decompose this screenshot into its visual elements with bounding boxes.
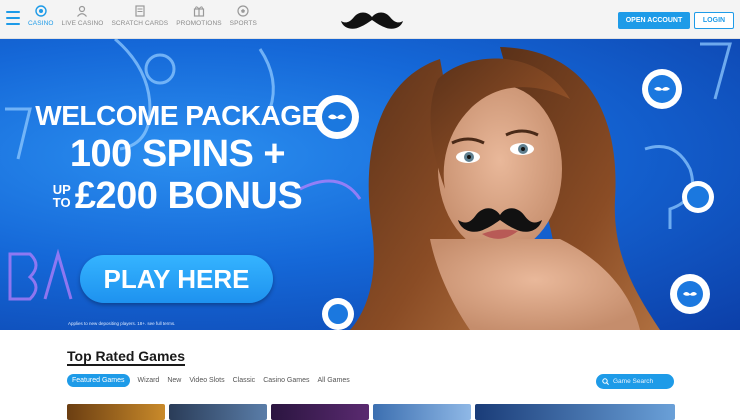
game-tile[interactable]	[169, 404, 267, 420]
bonus-amount: £200 BONUS	[74, 175, 303, 217]
filter-video-slots[interactable]: Video Slots	[189, 377, 224, 384]
nav-item-casino[interactable]: CASINO	[28, 5, 54, 27]
section-title: Top Rated Games	[67, 348, 185, 366]
filter-new[interactable]: New	[167, 377, 181, 384]
gift-icon	[193, 6, 205, 17]
filter-all-games[interactable]: All Games	[317, 377, 349, 384]
nav-item-promotions[interactable]: PROMOTIONS	[176, 5, 222, 27]
menu-icon[interactable]	[6, 11, 20, 27]
welcome-offer-text: WELCOME PACKAGE 100 SPINS + UP TO £200 B…	[0, 99, 355, 217]
filter-classic[interactable]: Classic	[233, 377, 256, 384]
nav-label: SCRATCH CARDS	[111, 20, 169, 27]
game-tile[interactable]	[67, 404, 165, 420]
filter-casino-games[interactable]: Casino Games	[263, 377, 309, 384]
game-search[interactable]	[596, 374, 674, 389]
bonus-offer: UP TO £200 BONUS	[0, 175, 355, 217]
mustache-logo[interactable]	[340, 8, 404, 32]
nav-item-live-casino[interactable]: LIVE CASINO	[62, 5, 104, 27]
login-button[interactable]: LOGIN	[694, 12, 734, 29]
search-icon	[602, 378, 609, 385]
nav-label: SPORTS	[229, 20, 257, 27]
open-account-button[interactable]: OPEN ACCOUNT	[618, 12, 690, 29]
spins-offer: 100 SPINS +	[69, 133, 286, 175]
game-tile[interactable]	[373, 404, 471, 420]
nav-label: PROMOTIONS	[176, 20, 222, 27]
game-search-input[interactable]	[613, 378, 669, 385]
nav-label: LIVE CASINO	[61, 20, 104, 27]
nav-label: CASINO	[28, 20, 54, 27]
top-header: CASINO LIVE CASINO SCRATCH CARDS PROMOTI…	[0, 0, 740, 39]
scratch-card-icon	[135, 5, 145, 17]
nav-item-scratch-cards[interactable]: SCRATCH CARDS	[111, 5, 168, 27]
main-nav: CASINO LIVE CASINO SCRATCH CARDS PROMOTI…	[28, 5, 265, 27]
filter-wizard[interactable]: Wizard	[138, 377, 160, 384]
game-tile[interactable]	[475, 404, 675, 420]
play-here-button[interactable]: PLAY HERE	[80, 255, 273, 303]
up-to-label: UP TO	[52, 182, 71, 210]
welcome-package-heading: WELCOME PACKAGE	[35, 100, 320, 131]
terms-disclaimer: Applies to new depositing players. 18+. …	[68, 321, 176, 326]
hero-banner[interactable]: WELCOME PACKAGE 100 SPINS + UP TO £200 B…	[0, 39, 740, 330]
live-dealer-icon	[77, 5, 88, 17]
filter-featured-games[interactable]: Featured Games	[67, 374, 130, 387]
football-icon	[237, 5, 249, 17]
casino-chip-icon	[35, 5, 47, 17]
nav-item-sports[interactable]: SPORTS	[230, 5, 257, 27]
game-filter-bar: Featured Games Wizard New Video Slots Cl…	[67, 374, 358, 387]
game-tile[interactable]	[271, 404, 369, 420]
game-tiles-row	[67, 404, 679, 420]
